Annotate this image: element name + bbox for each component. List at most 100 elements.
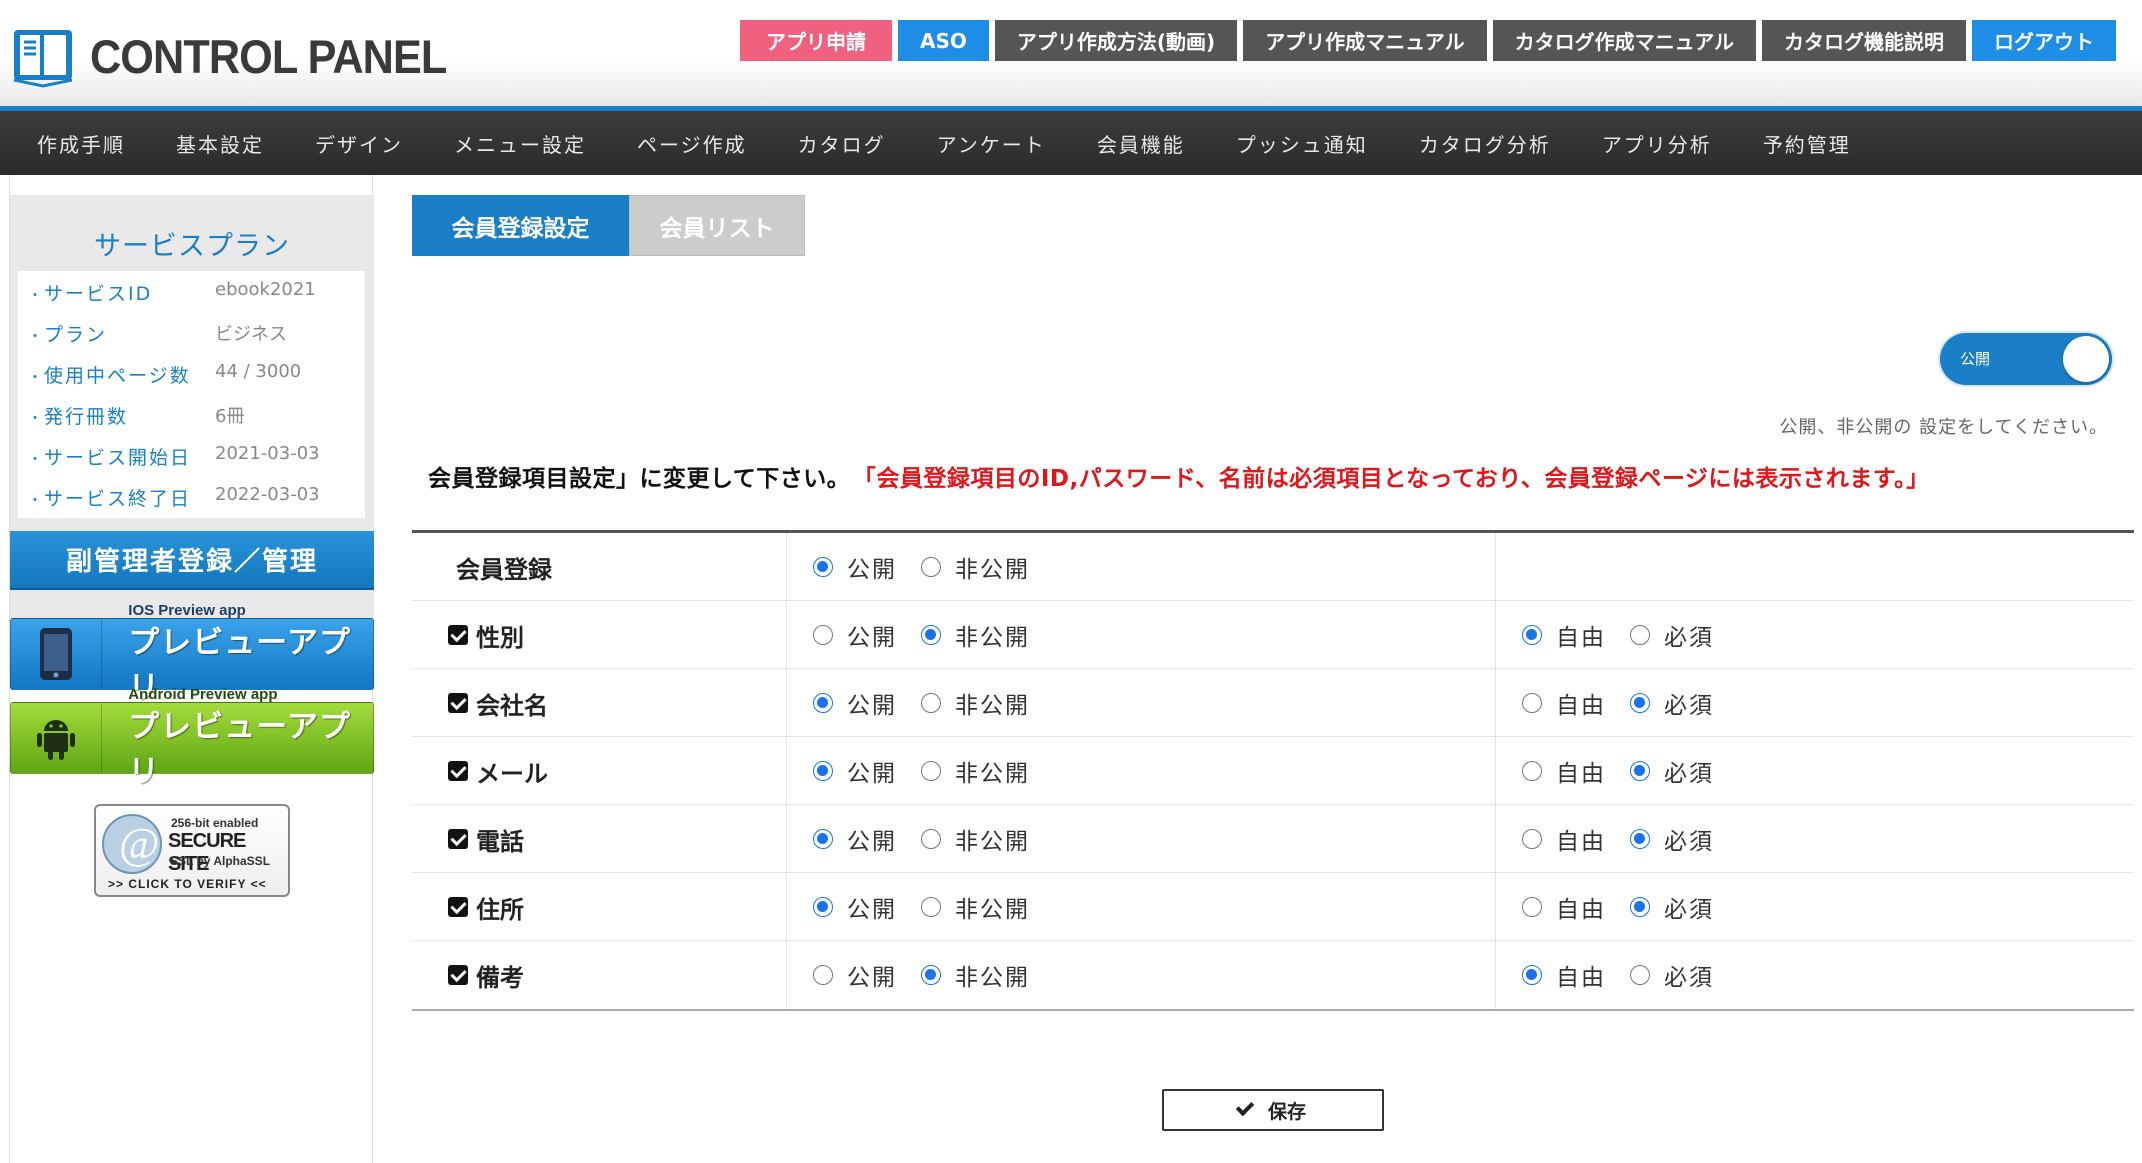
field-enabled-checkbox[interactable] — [448, 761, 468, 781]
free-radio[interactable] — [1522, 625, 1542, 645]
alphassl-logo-icon: @ — [102, 814, 162, 874]
nav-item-reservation[interactable]: 予約管理 — [1763, 129, 1851, 158]
ssl-line-1: 256-bit enabled — [171, 816, 259, 830]
public-radio[interactable] — [813, 897, 833, 917]
free-label: 自由 — [1556, 897, 1606, 923]
nav-item-page-create[interactable]: ページ作成 — [637, 129, 747, 158]
required-option[interactable]: 必須 — [1630, 686, 1714, 720]
nav-item-survey[interactable]: アンケート — [937, 129, 1046, 158]
private-option[interactable]: 非公開 — [921, 686, 1030, 720]
private-radio[interactable] — [921, 625, 941, 645]
private-option[interactable]: 非公開 — [921, 754, 1030, 788]
catalog-feature-button[interactable]: カタログ機能説明 — [1762, 20, 1966, 61]
logout-button[interactable]: ログアウト — [1972, 20, 2116, 61]
requirement-cell: 自由 必須 — [1496, 669, 2134, 737]
private-option[interactable]: 非公開 — [921, 618, 1030, 652]
app-apply-button[interactable]: アプリ申請 — [740, 20, 893, 61]
tab-member-registration-settings[interactable]: 会員登録設定 — [412, 195, 629, 256]
required-radio[interactable] — [1630, 965, 1650, 985]
free-option[interactable]: 自由 — [1522, 618, 1606, 652]
public-option[interactable]: 公開 — [813, 686, 897, 720]
required-option[interactable]: 必須 — [1630, 890, 1714, 924]
required-option[interactable]: 必須 — [1630, 958, 1714, 992]
private-radio[interactable] — [921, 829, 941, 849]
public-radio[interactable] — [813, 965, 833, 985]
save-label: 保存 — [1267, 1100, 1306, 1123]
free-radio[interactable] — [1522, 897, 1542, 917]
android-preview-button[interactable]: Android Preview app プレビューアプリ — [10, 686, 374, 790]
public-option[interactable]: 公開 — [813, 958, 897, 992]
tab-member-list[interactable]: 会員リスト — [629, 195, 805, 256]
visibility-cell: 公開 非公開 — [787, 941, 1496, 1009]
public-option[interactable]: 公開 — [813, 822, 897, 856]
public-option[interactable]: 公開 — [813, 618, 897, 652]
private-radio[interactable] — [921, 965, 941, 985]
android-icon — [11, 703, 103, 773]
public-radio[interactable] — [813, 761, 833, 781]
private-option[interactable]: 非公開 — [921, 822, 1030, 856]
nav-item-basic-settings[interactable]: 基本設定 — [176, 129, 264, 158]
free-option[interactable]: 自由 — [1522, 754, 1606, 788]
field-label: 会社名 — [476, 691, 548, 720]
required-label: 必須 — [1664, 693, 1714, 719]
public-option[interactable]: 公開 — [813, 754, 897, 788]
nav-item-app-analytics[interactable]: アプリ分析 — [1602, 129, 1712, 158]
free-option[interactable]: 自由 — [1522, 822, 1606, 856]
required-radio[interactable] — [1630, 625, 1650, 645]
field-enabled-checkbox[interactable] — [448, 693, 468, 713]
private-radio[interactable] — [921, 761, 941, 781]
ios-preview-button[interactable]: IOS Preview app プレビューアプリ — [10, 602, 374, 706]
required-radio[interactable] — [1630, 897, 1650, 917]
publish-toggle[interactable]: 公開 — [1940, 333, 2112, 385]
free-radio[interactable] — [1522, 761, 1542, 781]
public-radio[interactable] — [813, 693, 833, 713]
field-enabled-checkbox[interactable] — [448, 829, 468, 849]
required-radio[interactable] — [1630, 761, 1650, 781]
requirement-cell: 自由 必須 — [1496, 941, 2134, 1009]
field-enabled-checkbox[interactable] — [448, 965, 468, 985]
catalog-manual-button[interactable]: カタログ作成マニュアル — [1492, 20, 1756, 61]
free-label: 自由 — [1556, 829, 1606, 855]
app-howto-video-button[interactable]: アプリ作成方法(動画) — [994, 20, 1238, 61]
required-option[interactable]: 必須 — [1630, 754, 1714, 788]
free-option[interactable]: 自由 — [1522, 686, 1606, 720]
private-radio[interactable] — [921, 897, 941, 917]
required-option[interactable]: 必須 — [1630, 822, 1714, 856]
logo[interactable]: CONTROL PANEL — [10, 22, 477, 90]
required-option[interactable]: 必須 — [1630, 618, 1714, 652]
field-enabled-checkbox[interactable] — [448, 897, 468, 917]
free-radio[interactable] — [1522, 965, 1542, 985]
nav-item-steps[interactable]: 作成手順 — [37, 129, 125, 158]
required-radio[interactable] — [1630, 829, 1650, 849]
aso-button[interactable]: ASO — [898, 20, 989, 61]
save-button[interactable]: 保存 — [1162, 1089, 1384, 1131]
nav-item-menu-settings[interactable]: メニュー設定 — [454, 129, 586, 158]
nav-item-catalog[interactable]: カタログ — [798, 129, 886, 158]
nav-item-push[interactable]: プッシュ通知 — [1236, 129, 1368, 158]
app-manual-button[interactable]: アプリ作成マニュアル — [1243, 20, 1487, 61]
nav-item-design[interactable]: デザイン — [315, 129, 403, 158]
private-label: 非公開 — [955, 557, 1030, 583]
private-radio[interactable] — [921, 557, 941, 577]
nav-item-catalog-analytics[interactable]: カタログ分析 — [1419, 129, 1551, 158]
ssl-secure-badge[interactable]: @ 256-bit enabled SECURE SITE SSL by Alp… — [94, 804, 290, 897]
private-option[interactable]: 非公開 — [921, 890, 1030, 924]
required-radio[interactable] — [1630, 693, 1650, 713]
plan-value: 2022-03-03 — [215, 484, 320, 505]
requirement-cell: 自由 必須 — [1496, 805, 2134, 873]
field-enabled-checkbox[interactable] — [448, 625, 468, 645]
sub-admin-button[interactable]: 副管理者登録／管理 — [10, 531, 374, 590]
public-option[interactable]: 公開 — [813, 890, 897, 924]
public-radio[interactable] — [813, 557, 833, 577]
free-option[interactable]: 自由 — [1522, 890, 1606, 924]
nav-item-member[interactable]: 会員機能 — [1097, 129, 1185, 158]
free-radio[interactable] — [1522, 693, 1542, 713]
free-radio[interactable] — [1522, 829, 1542, 849]
private-radio[interactable] — [921, 693, 941, 713]
public-radio[interactable] — [813, 625, 833, 645]
public-radio[interactable] — [813, 829, 833, 849]
private-option[interactable]: 非公開 — [921, 958, 1030, 992]
public-option[interactable]: 公開 — [813, 550, 897, 584]
free-option[interactable]: 自由 — [1522, 958, 1606, 992]
private-option[interactable]: 非公開 — [921, 550, 1030, 584]
